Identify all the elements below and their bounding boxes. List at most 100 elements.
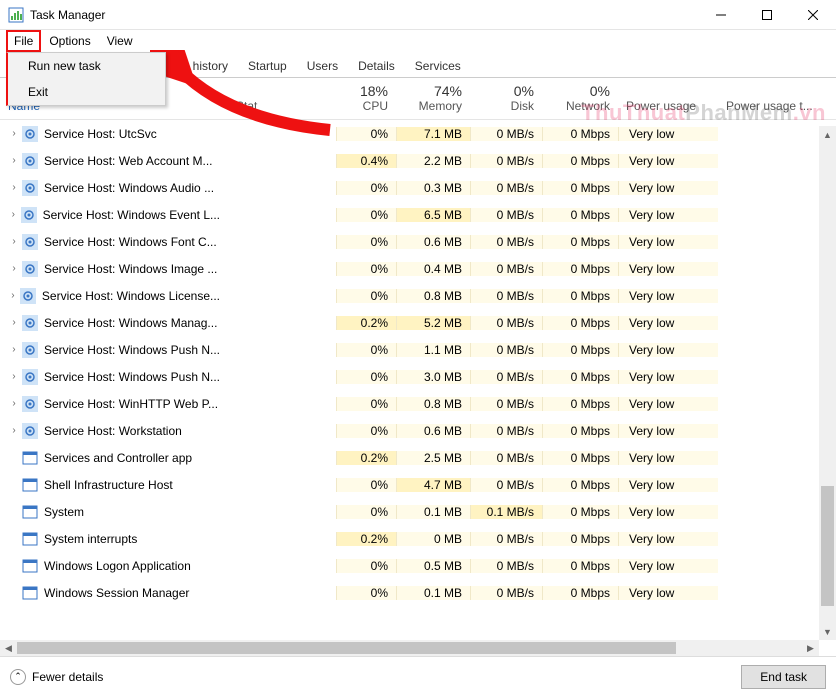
cpu-cell: 0% — [336, 478, 396, 492]
tab-details[interactable]: Details — [348, 55, 405, 77]
process-row[interactable]: ›Service Host: Workstation0%0.6 MB0 MB/s… — [0, 417, 836, 444]
power-cell: Very low — [618, 235, 718, 249]
col-network[interactable]: 0%Network — [542, 78, 618, 119]
service-icon — [20, 288, 36, 304]
expand-icon[interactable]: › — [8, 398, 20, 409]
memory-cell: 0.8 MB — [396, 289, 470, 303]
process-row[interactable]: System0%0.1 MB0.1 MB/s0 MbpsVery low — [0, 498, 836, 525]
cpu-cell: 0% — [336, 208, 396, 222]
process-row[interactable]: ›Service Host: Windows Manag...0.2%5.2 M… — [0, 309, 836, 336]
expand-icon[interactable]: › — [8, 317, 20, 328]
memory-cell: 0.1 MB — [396, 505, 470, 519]
menu-run-new-task[interactable]: Run new task — [8, 53, 165, 79]
scroll-up-icon[interactable]: ▲ — [819, 126, 836, 143]
service-icon — [22, 396, 38, 412]
power-cell: Very low — [618, 505, 718, 519]
disk-cell: 0 MB/s — [470, 289, 542, 303]
power-cell: Very low — [618, 586, 718, 600]
process-name: Service Host: Windows Event L... — [43, 208, 220, 222]
network-cell: 0 Mbps — [542, 532, 618, 546]
fewer-details-button[interactable]: ⌃ Fewer details — [10, 669, 103, 685]
scroll-left-icon[interactable]: ◀ — [0, 643, 17, 654]
process-row[interactable]: Windows Logon Application0%0.5 MB0 MB/s0… — [0, 552, 836, 579]
expand-icon[interactable]: › — [8, 182, 20, 193]
expand-icon[interactable]: › — [8, 290, 18, 301]
network-cell: 0 Mbps — [542, 478, 618, 492]
power-cell: Very low — [618, 532, 718, 546]
cpu-cell: 0.2% — [336, 532, 396, 546]
process-row[interactable]: ›Service Host: WinHTTP Web P...0%0.8 MB0… — [0, 390, 836, 417]
process-icon — [22, 504, 38, 520]
menu-file[interactable]: File — [6, 30, 41, 52]
disk-cell: 0 MB/s — [470, 451, 542, 465]
process-row[interactable]: ›Service Host: Web Account M...0.4%2.2 M… — [0, 147, 836, 174]
disk-cell: 0 MB/s — [470, 343, 542, 357]
process-row[interactable]: ›Service Host: Windows Push N...0%3.0 MB… — [0, 363, 836, 390]
process-row[interactable]: ›Service Host: Windows Image ...0%0.4 MB… — [0, 255, 836, 282]
process-name: Windows Logon Application — [44, 559, 191, 573]
network-cell: 0 Mbps — [542, 208, 618, 222]
process-row[interactable]: › Service Host: Windows Event L... 0%6.5 M… — [0, 201, 836, 228]
scroll-thumb[interactable] — [821, 486, 834, 606]
service-icon — [22, 315, 38, 331]
col-memory[interactable]: 74%Memory — [396, 78, 470, 119]
scroll-down-icon[interactable]: ▼ — [819, 623, 836, 640]
expand-icon[interactable]: › — [8, 128, 20, 139]
process-row[interactable]: Windows Session Manager0%0.1 MB0 MB/s0 M… — [0, 579, 836, 606]
network-cell: 0 Mbps — [542, 343, 618, 357]
close-button[interactable] — [790, 0, 836, 30]
service-icon — [22, 234, 38, 250]
power-cell: Very low — [618, 559, 718, 573]
expand-icon[interactable]: › — [8, 209, 19, 220]
tab-services[interactable]: Services — [405, 55, 471, 77]
menu-view[interactable]: View — [99, 30, 141, 52]
process-icon — [22, 585, 38, 601]
process-row[interactable]: ›Service Host: Windows License...0%0.8 M… — [0, 282, 836, 309]
disk-cell: 0 MB/s — [470, 370, 542, 384]
process-row[interactable]: ›Service Host: Windows Push N...0%1.1 MB… — [0, 336, 836, 363]
col-power-usage-trend[interactable]: Power usage t... — [718, 78, 836, 119]
process-name: Service Host: Windows Push N... — [44, 343, 220, 357]
expand-icon[interactable]: › — [8, 425, 20, 436]
process-row[interactable]: ›Service Host: Windows Audio ...0%0.3 MB… — [0, 174, 836, 201]
col-power-usage[interactable]: Power usage — [618, 78, 718, 119]
memory-cell: 7.1 MB — [396, 127, 470, 141]
disk-cell: 0 MB/s — [470, 478, 542, 492]
memory-cell: 1.1 MB — [396, 343, 470, 357]
power-cell: Very low — [618, 343, 718, 357]
disk-cell: 0 MB/s — [470, 559, 542, 573]
hscroll-thumb[interactable] — [17, 642, 676, 654]
process-name: Service Host: Workstation — [44, 424, 182, 438]
process-row[interactable]: ›Service Host: Windows Font C...0%0.6 MB… — [0, 228, 836, 255]
expand-icon[interactable]: › — [8, 344, 20, 355]
service-icon — [22, 126, 38, 142]
vertical-scrollbar[interactable]: ▲ ▼ — [819, 126, 836, 640]
expand-icon[interactable]: › — [8, 371, 20, 382]
cpu-cell: 0% — [336, 397, 396, 411]
expand-icon[interactable]: › — [8, 236, 20, 247]
process-row[interactable]: System interrupts0.2%0 MB0 MB/s0 MbpsVer… — [0, 525, 836, 552]
minimize-button[interactable] — [698, 0, 744, 30]
menu-options[interactable]: Options — [41, 30, 98, 52]
service-icon — [22, 153, 38, 169]
power-cell: Very low — [618, 127, 718, 141]
disk-cell: 0 MB/s — [470, 532, 542, 546]
maximize-button[interactable] — [744, 0, 790, 30]
memory-cell: 6.5 MB — [396, 208, 470, 222]
end-task-button[interactable]: End task — [741, 665, 826, 689]
memory-cell: 3.0 MB — [396, 370, 470, 384]
horizontal-scrollbar[interactable]: ◀ ▶ — [0, 640, 819, 656]
process-row[interactable]: Services and Controller app0.2%2.5 MB0 M… — [0, 444, 836, 471]
memory-cell: 4.7 MB — [396, 478, 470, 492]
expand-icon[interactable]: › — [8, 263, 20, 274]
scroll-right-icon[interactable]: ▶ — [802, 643, 819, 654]
process-row[interactable]: ›Service Host: UtcSvc0%7.1 MB0 MB/s0 Mbp… — [0, 120, 836, 147]
cpu-cell: 0% — [336, 586, 396, 600]
service-icon — [22, 180, 38, 196]
expand-icon[interactable]: › — [8, 155, 20, 166]
col-disk[interactable]: 0%Disk — [470, 78, 542, 119]
service-icon — [21, 207, 37, 223]
process-row[interactable]: Shell Infrastructure Host0%4.7 MB0 MB/s0… — [0, 471, 836, 498]
menu-exit[interactable]: Exit — [8, 79, 165, 105]
cpu-cell: 0.2% — [336, 316, 396, 330]
